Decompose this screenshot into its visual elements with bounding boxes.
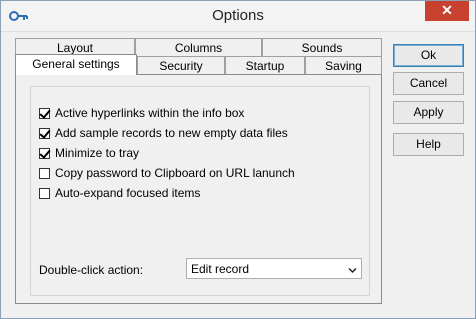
tab-sounds[interactable]: Sounds bbox=[262, 38, 382, 56]
options-window: Options ✕ Layout Columns Sounds General … bbox=[0, 0, 476, 319]
tab-label: General settings bbox=[32, 57, 120, 71]
checkbox-box[interactable] bbox=[39, 127, 50, 139]
tab-general-settings[interactable]: General settings bbox=[15, 54, 137, 75]
close-button[interactable]: ✕ bbox=[425, 1, 469, 21]
tab-label: Security bbox=[159, 59, 203, 73]
chevron-down-icon bbox=[348, 264, 357, 274]
tab-label: Columns bbox=[174, 41, 223, 55]
tab-label: Saving bbox=[325, 59, 362, 73]
tab-startup[interactable]: Startup bbox=[225, 56, 305, 74]
apply-button[interactable]: Apply bbox=[393, 101, 464, 124]
tab-security[interactable]: Security bbox=[137, 56, 225, 74]
checkbox-label: Copy password to Clipboard on URL lanunc… bbox=[55, 166, 295, 180]
tab-saving[interactable]: Saving bbox=[305, 56, 382, 74]
close-icon: ✕ bbox=[441, 2, 453, 18]
checkbox-label: Auto-expand focused items bbox=[55, 186, 201, 200]
tab-label: Sounds bbox=[301, 41, 343, 55]
tab-label: Layout bbox=[56, 41, 94, 55]
double-click-action-label: Double-click action: bbox=[39, 263, 144, 277]
select-value: Edit record bbox=[191, 262, 250, 276]
checkbox-box[interactable] bbox=[39, 107, 50, 119]
checkbox-auto-expand[interactable]: Auto-expand focused items bbox=[39, 185, 200, 201]
checkbox-box[interactable] bbox=[39, 187, 50, 199]
double-click-action-select[interactable]: Edit record bbox=[186, 258, 362, 279]
title-bar: Options ✕ bbox=[1, 1, 475, 32]
tab-columns[interactable]: Columns bbox=[135, 38, 262, 56]
checkbox-box[interactable] bbox=[39, 167, 50, 179]
checkbox-label: Add sample records to new empty data fil… bbox=[55, 126, 288, 140]
tab-label: Startup bbox=[245, 59, 285, 73]
checkbox-minimize-to-tray[interactable]: Minimize to tray bbox=[39, 145, 139, 161]
cancel-button[interactable]: Cancel bbox=[393, 72, 464, 95]
tab-panel-general: Active hyperlinks within the info box Ad… bbox=[15, 74, 382, 304]
checkbox-active-hyperlinks[interactable]: Active hyperlinks within the info box bbox=[39, 105, 244, 121]
checkbox-label: Minimize to tray bbox=[55, 146, 140, 160]
ok-button[interactable]: Ok bbox=[393, 44, 464, 67]
help-button[interactable]: Help bbox=[393, 133, 464, 156]
dialog-client: Layout Columns Sounds General settings S… bbox=[1, 32, 475, 318]
checkbox-box[interactable] bbox=[39, 147, 50, 159]
checkbox-label: Active hyperlinks within the info box bbox=[55, 106, 245, 120]
checkbox-add-sample-records[interactable]: Add sample records to new empty data fil… bbox=[39, 125, 288, 141]
window-title: Options bbox=[212, 7, 264, 24]
checkbox-copy-password[interactable]: Copy password to Clipboard on URL lanunc… bbox=[39, 165, 295, 181]
